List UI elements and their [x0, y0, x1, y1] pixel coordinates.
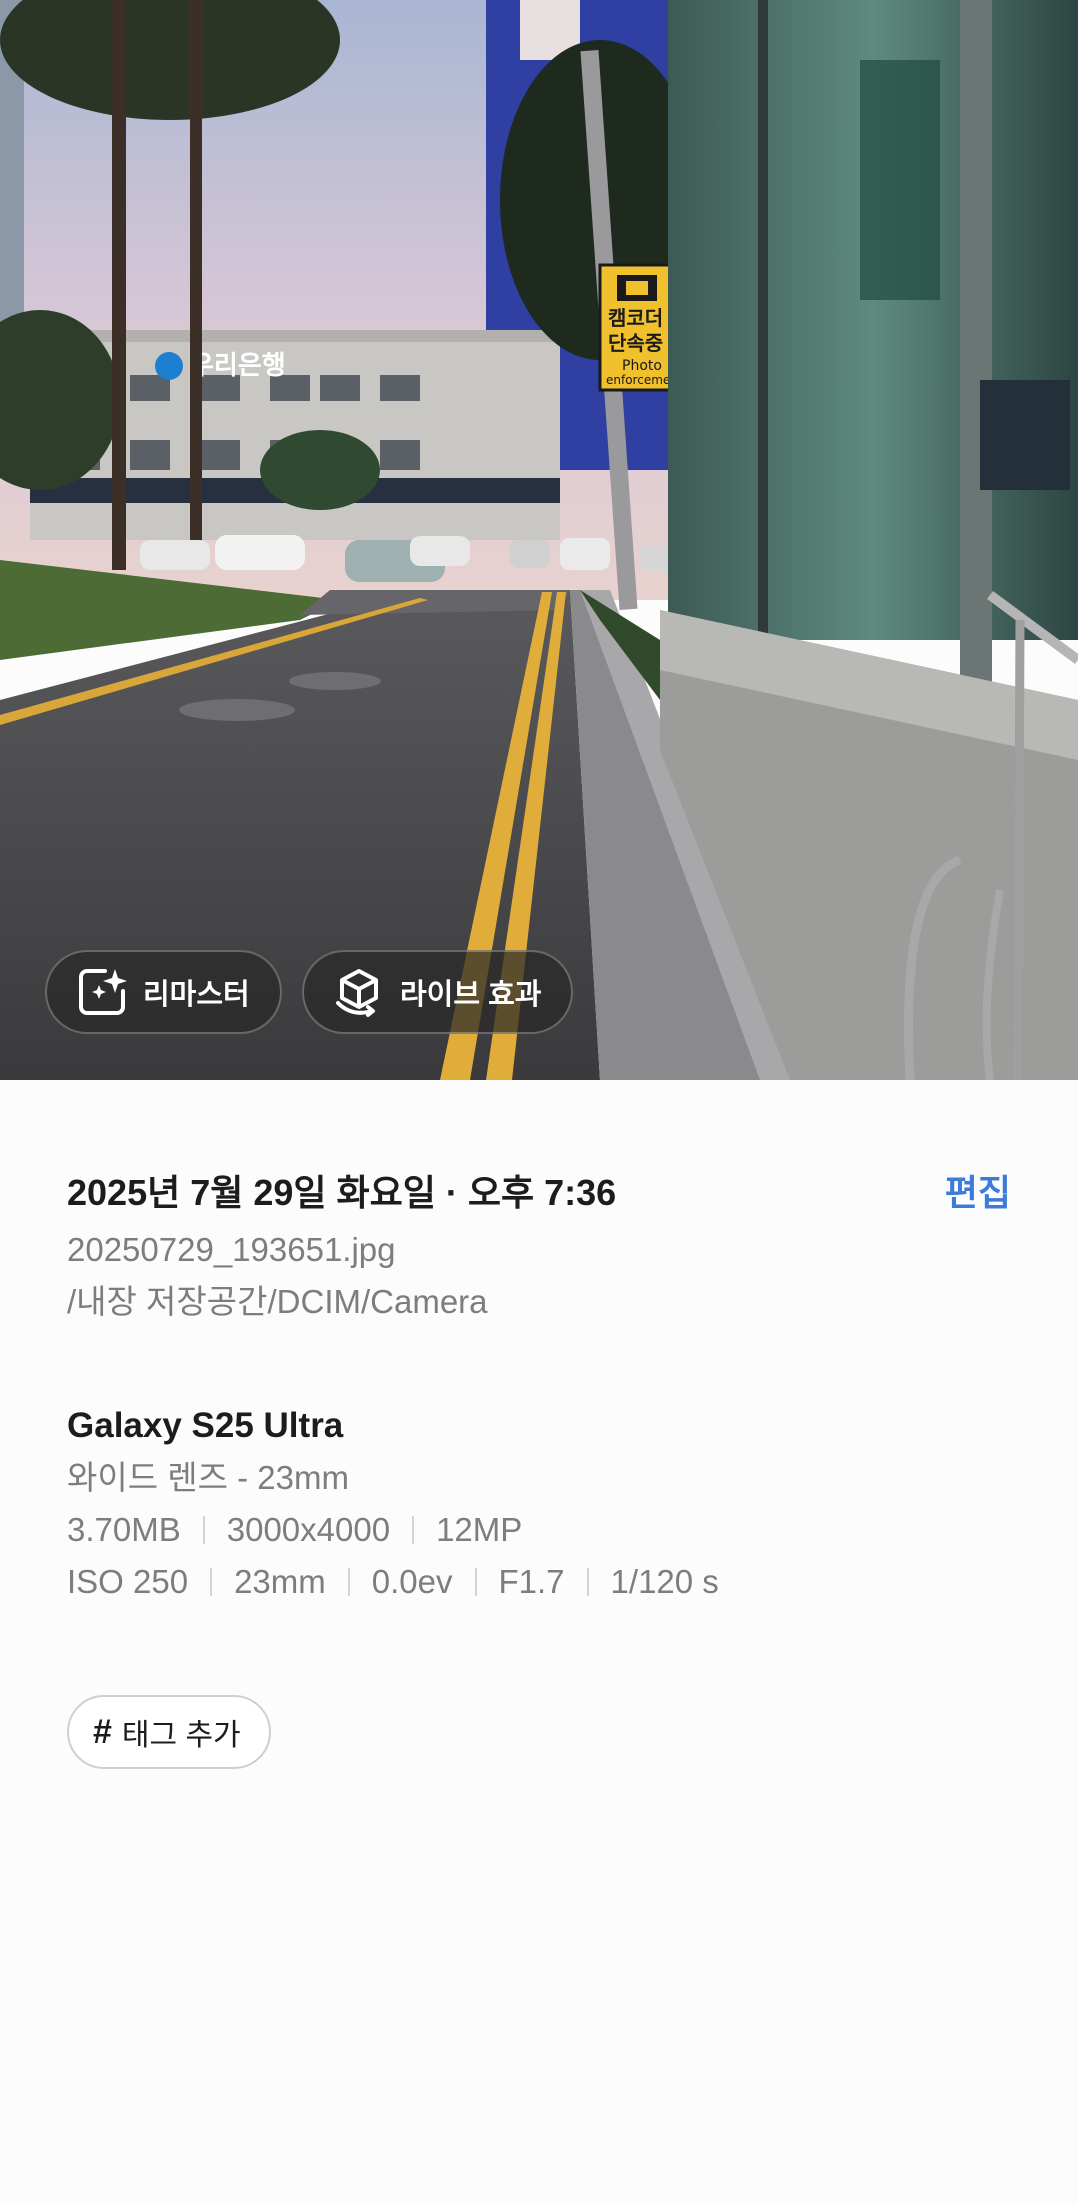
cube-motion-icon	[332, 965, 386, 1019]
lens-info: 와이드 렌즈 - 23mm	[67, 1459, 349, 1496]
photo-details: 2025년 7월 29일 화요일 · 오후 7:36 편집 20250729_1…	[67, 1160, 1011, 1608]
live-effect-button[interactable]: 라이브 효과	[302, 950, 574, 1034]
divider	[474, 1568, 477, 1596]
sign-text-2: 단속중	[608, 331, 663, 355]
sign-text-3: Photo	[622, 358, 662, 374]
photo-image: 우리은행 캠코더 단속중 Photo enforcement	[0, 0, 1078, 1080]
shutter-speed: 1/120 s	[610, 1563, 719, 1600]
file-info-row: 3.70MB 3000x4000 12MP	[67, 1504, 1011, 1556]
megapixels: 12MP	[436, 1511, 523, 1548]
file-size: 3.70MB	[67, 1511, 181, 1548]
iso: ISO 250	[67, 1563, 189, 1600]
divider	[210, 1568, 213, 1596]
resolution: 3000x4000	[226, 1511, 391, 1548]
divider	[586, 1568, 589, 1596]
divider	[347, 1568, 350, 1596]
file-name: 20250729_193651.jpg	[67, 1231, 396, 1268]
add-tag-button[interactable]: # 태그 추가	[67, 1695, 271, 1769]
remaster-label: 리마스터	[143, 979, 250, 1011]
device-name: Galaxy S25 Ultra	[67, 1406, 344, 1445]
remaster-button[interactable]: 리마스터	[45, 950, 282, 1034]
bank-sign-text: 우리은행	[190, 351, 286, 381]
divider	[202, 1516, 205, 1544]
focal-length: 23mm	[234, 1563, 326, 1600]
divider	[412, 1516, 415, 1544]
photo-preview[interactable]: 우리은행 캠코더 단속중 Photo enforcement	[0, 0, 1078, 1080]
add-tag-label: 태그 추가	[121, 1719, 241, 1752]
live-effect-label: 라이브 효과	[400, 979, 542, 1011]
sparkle-image-icon	[75, 965, 129, 1019]
file-path: /내장 저장공간/DCIM/Camera	[67, 1283, 488, 1320]
exposure-info-row: ISO 250 23mm 0.0ev F1.7 1/120 s	[67, 1556, 1011, 1608]
hashtag-icon: #	[93, 1712, 112, 1751]
exposure-value: 0.0ev	[371, 1563, 453, 1600]
capture-datetime: 2025년 7월 29일 화요일 · 오후 7:36	[67, 1172, 617, 1213]
aperture: F1.7	[498, 1563, 565, 1600]
sign-text-1: 캠코더	[608, 306, 663, 330]
edit-details-button[interactable]: 편집	[945, 1164, 1011, 1216]
